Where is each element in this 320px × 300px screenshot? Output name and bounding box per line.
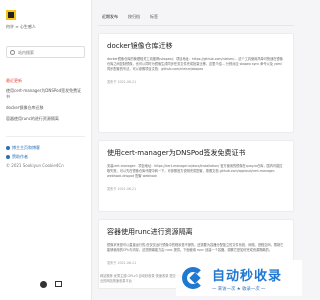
auto-index-badge[interactable]: 自动秒收录 一 来访一次 ★ 收录一次 一 (176, 260, 302, 296)
site-logo[interactable] (6, 10, 16, 20)
badge-title: 自动秒收录 (212, 268, 283, 284)
homepage-link[interactable]: 博主主页和博客 (6, 145, 85, 151)
github-icon[interactable] (40, 281, 47, 288)
recent-title: 最近更新 (6, 78, 22, 83)
post-date: 发布于 2021-06-21 (107, 80, 137, 84)
post-excerpt: docker镜像仓库的管理相关工具推荐(skopeo)：项目地址：https:/… (107, 57, 283, 71)
post-title[interactable]: 使用cert-manager为DNSPod签发免费证书 (107, 148, 285, 158)
search-input[interactable] (18, 49, 78, 55)
search-icon (10, 49, 15, 55)
sponsor-link[interactable]: 赞助作者 (6, 154, 85, 160)
search-box[interactable] (6, 46, 85, 58)
sidebar: 何许 ∞ 心生感人 最近更新 使用cert-manager为DNSPod签发免费… (0, 0, 92, 300)
badge-logo-icon (182, 265, 208, 291)
mail-icon[interactable] (55, 281, 62, 287)
homepage-link-label: 博主主页和博客 (12, 145, 40, 150)
post-date: 发布于 2021-06-21 (107, 187, 137, 191)
sponsor-link-label: 赞助作者 (12, 154, 28, 159)
recent-list: 使用cert-manager为DNSPod签发免费证书 docker镜像仓库迁移… (6, 88, 85, 122)
post-tabs: 近期发布 按归档 标签 (98, 0, 294, 26)
link-icon (6, 146, 10, 150)
recent-item[interactable]: 使用cert-manager为DNSPod签发免费证书 (6, 88, 85, 100)
divider (6, 136, 85, 137)
post-title[interactable]: 容器使用runc进行资源隔离 (107, 227, 285, 237)
badge-text: 自动秒收录 一 来访一次 ★ 收录一次 一 (212, 265, 282, 292)
site-name[interactable]: 何许 ∞ 心生感人 (6, 24, 85, 30)
post-excerpt: 镜像拿来是可以直接运行的,但仅仅运行镜像中的程序是不够的，还需要为容器分配独立的… (107, 243, 284, 252)
post-card: 使用cert-manager为DNSPod签发免费证书 安装cert-manag… (98, 140, 294, 212)
copyright: © 2021 Sookiyun Cookie4Cn (6, 163, 64, 168)
tab-archive[interactable]: 按归档 (128, 14, 140, 20)
post-card: docker镜像仓库迁移 docker镜像仓库的管理相关工具推荐(skopeo)… (98, 33, 294, 133)
recent-item[interactable]: docker镜像仓库迁移 (6, 105, 85, 111)
social-icons (40, 281, 62, 288)
recent-item[interactable]: 容器使用runc的进行资源隔离 (6, 116, 85, 122)
post-excerpt: 安装cert-manager：项目地址：https://cert-manager… (107, 164, 283, 178)
link-icon (6, 155, 10, 159)
tab-recent[interactable]: 近期发布 (102, 14, 118, 20)
post-title[interactable]: docker镜像仓库迁移 (107, 41, 285, 51)
tab-tags[interactable]: 标签 (150, 14, 158, 20)
main-content: 近期发布 按归档 标签 docker镜像仓库迁移 docker镜像仓库的管理相关… (98, 0, 294, 289)
badge-subtitle: 一 来访一次 ★ 收录一次 一 (212, 286, 266, 292)
